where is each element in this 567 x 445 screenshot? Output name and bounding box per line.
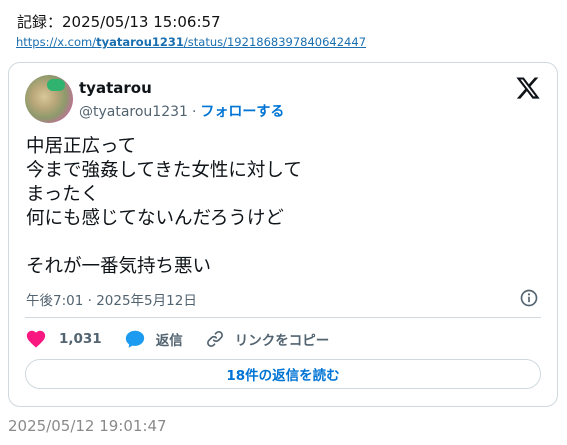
- url-suffix: /status/1921868397840642447: [183, 35, 367, 49]
- copy-link-label: リンクをコピー: [234, 333, 330, 349]
- reply-button[interactable]: 返信: [124, 328, 183, 350]
- like-button[interactable]: 1,031: [25, 328, 102, 350]
- avatar[interactable]: [25, 75, 73, 123]
- tweet-text: 中居正広って 今まで強姦してきた女性に対して まったく 何にも感じてないんだろう…: [26, 136, 302, 277]
- x-logo-icon[interactable]: [515, 75, 541, 101]
- footer-date: 2025/05/12 19:01:47: [8, 417, 167, 435]
- reply-bubble-icon: [125, 330, 144, 348]
- tweet-url-link[interactable]: https://x.com/tyatarou1231/status/192186…: [16, 35, 366, 49]
- author-handle[interactable]: @tyatarou1231: [79, 104, 188, 120]
- record-timestamp: 記録：2025/05/13 15:06:57: [17, 13, 221, 31]
- url-user: tyatarou1231: [96, 35, 184, 49]
- handle-row: @tyatarou1231 · フォローする: [79, 101, 284, 121]
- divider: [25, 317, 541, 318]
- action-bar: 1,031 返信 リンクをコピー: [25, 327, 329, 351]
- like-count: 1,031: [59, 331, 102, 347]
- link-icon: [206, 331, 223, 347]
- copy-link-button[interactable]: リンクをコピー: [205, 329, 330, 349]
- tweet-card: tyatarou @tyatarou1231 · フォローする 中居正広って 今まで…: [8, 62, 558, 407]
- tweet-timestamp[interactable]: 午後7:01 · 2025年5月12日: [26, 289, 197, 309]
- read-replies-button[interactable]: 18件の返信を読む: [25, 359, 541, 389]
- reply-label: 返信: [155, 333, 183, 349]
- url-prefix: https://x.com/: [16, 35, 97, 49]
- info-icon[interactable]: [519, 288, 539, 308]
- author-name[interactable]: tyatarou: [79, 79, 152, 97]
- heart-icon: [26, 330, 46, 348]
- follow-button[interactable]: フォローする: [200, 104, 284, 120]
- separator: ·: [191, 104, 197, 120]
